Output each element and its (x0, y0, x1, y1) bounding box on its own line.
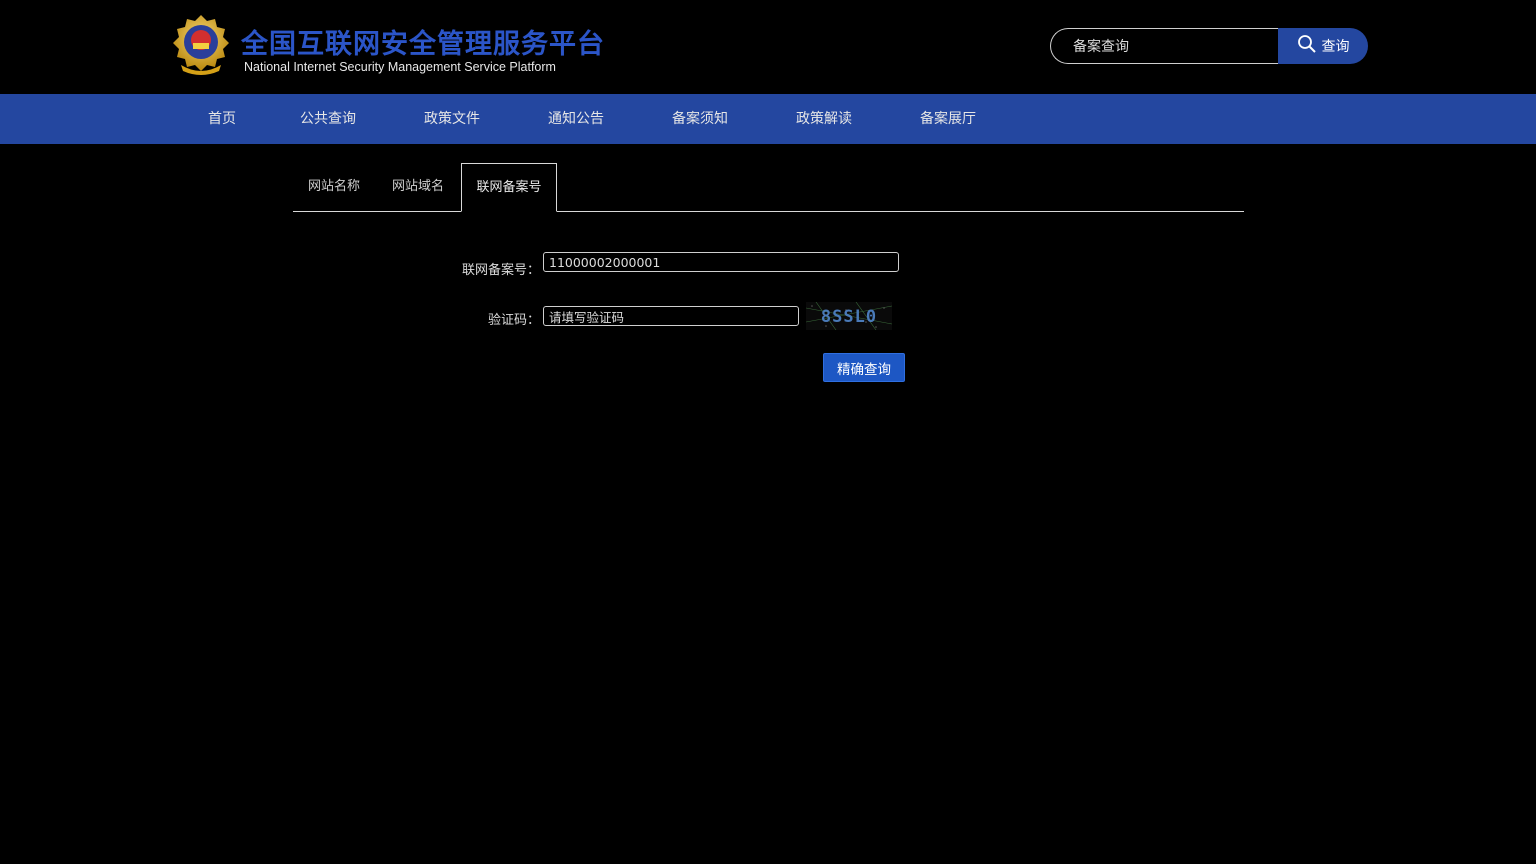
nav-item-policy-documents[interactable]: 政策文件 (424, 94, 480, 144)
captcha-image[interactable]: 8SSL0 (805, 301, 893, 331)
exact-query-button[interactable]: 精确查询 (823, 353, 905, 382)
nav-item-filing-guide[interactable]: 备案须知 (672, 94, 728, 144)
nav-item-filing-hall[interactable]: 备案展厅 (920, 94, 976, 144)
search-icon (1297, 34, 1317, 58)
search-button-label: 查询 (1321, 39, 1350, 55)
query-tabs: 网站名称 网站域名 联网备案号 (293, 163, 1244, 212)
captcha-input[interactable] (543, 306, 799, 326)
police-emblem-logo (171, 13, 231, 77)
search-input[interactable] (1050, 28, 1282, 64)
tab-site-name[interactable]: 网站名称 (293, 163, 375, 211)
nav-item-notices[interactable]: 通知公告 (548, 94, 604, 144)
search-button[interactable]: 查询 (1278, 28, 1368, 64)
nav-item-public-query[interactable]: 公共查询 (300, 94, 356, 144)
site-title-english: National Internet Security Management Se… (244, 60, 556, 74)
header-search: 查询 (1050, 28, 1368, 64)
captcha-text: 8SSL0 (821, 307, 877, 327)
captcha-label: 验证码： (487, 313, 540, 328)
site-title-chinese: 全国互联网安全管理服务平台 (241, 29, 605, 60)
record-number-input[interactable] (543, 252, 899, 272)
nav-item-home[interactable]: 首页 (208, 94, 236, 144)
record-number-label: 联网备案号： (461, 263, 540, 278)
nav-item-policy-interpretation[interactable]: 政策解读 (796, 94, 852, 144)
tab-site-domain[interactable]: 网站域名 (377, 163, 459, 211)
site-header: 全国互联网安全管理服务平台 National Internet Security… (0, 0, 1536, 94)
tab-record-number[interactable]: 联网备案号 (461, 163, 557, 212)
main-nav: 首页 公共查询 政策文件 通知公告 备案须知 政策解读 备案展厅 (0, 94, 1536, 144)
